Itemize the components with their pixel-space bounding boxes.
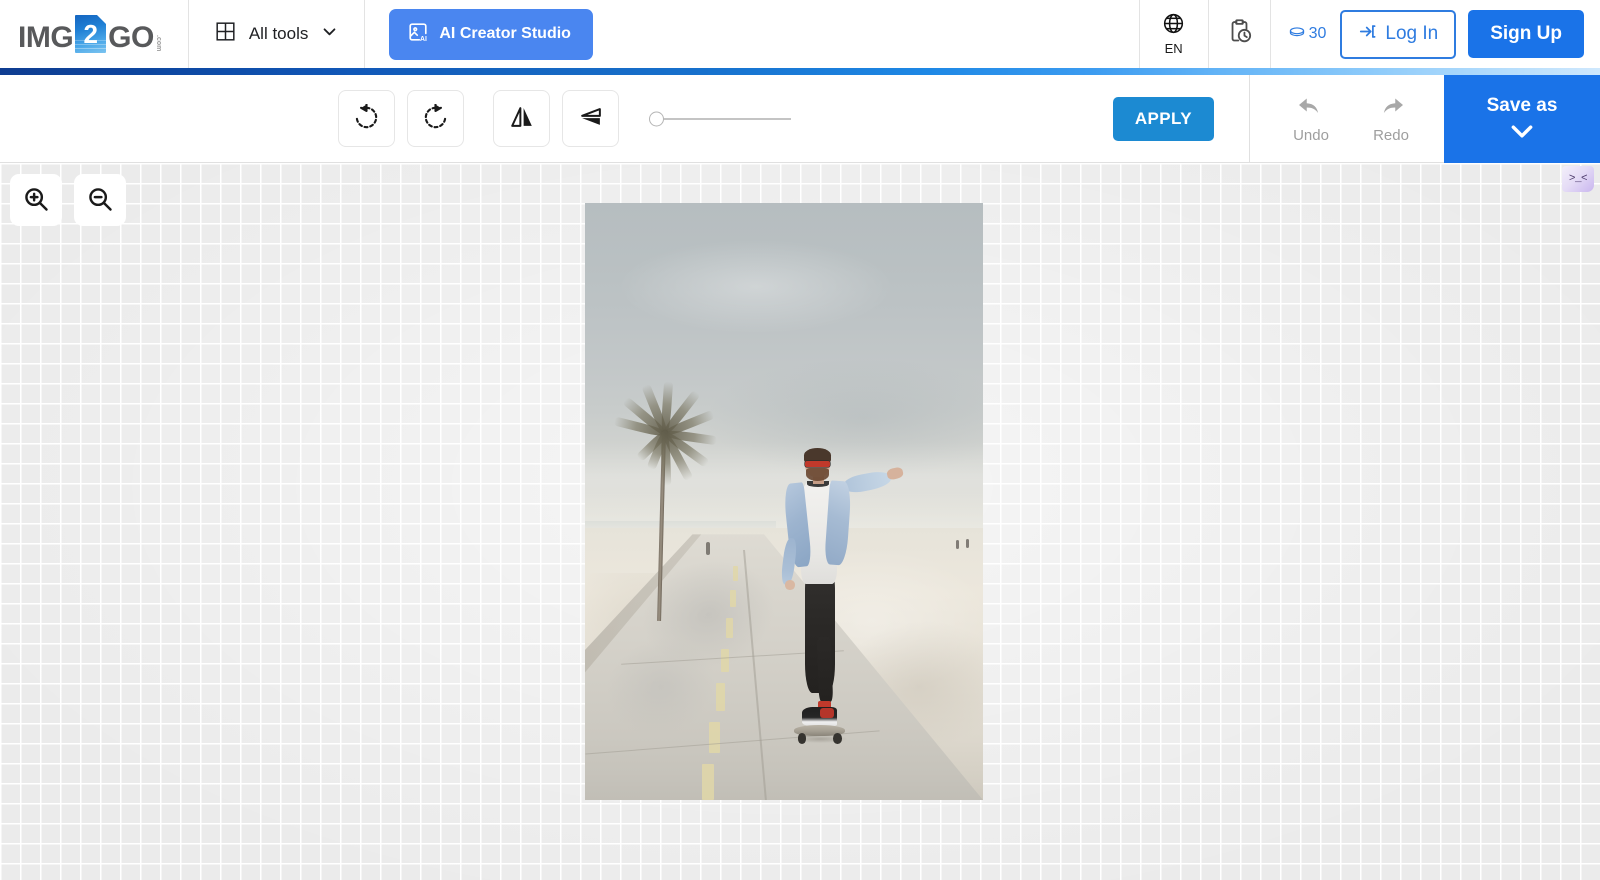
signup-button[interactable]: Sign Up — [1468, 10, 1584, 58]
slider-thumb[interactable] — [649, 111, 664, 126]
image-preview[interactable] — [585, 203, 983, 800]
photo-distant-person-1 — [706, 542, 710, 556]
rotate-left-button[interactable] — [338, 90, 395, 147]
save-as-label: Save as — [1486, 94, 1558, 116]
zoom-out-button[interactable] — [74, 174, 126, 226]
flip-horizontal-button[interactable] — [493, 90, 550, 147]
logo-text-img: IMG — [18, 21, 74, 54]
language-selector[interactable]: EN — [1138, 0, 1209, 68]
undo-button[interactable]: Undo — [1282, 94, 1340, 144]
ai-creator-studio-label: AI Creator Studio — [439, 25, 571, 42]
login-arrow-icon — [1358, 22, 1377, 47]
photo-palm-tree — [613, 334, 718, 621]
all-tools-label: All tools — [248, 24, 309, 43]
flip-vertical-icon — [577, 103, 605, 134]
header-spacer — [617, 0, 1139, 68]
slider-track — [649, 111, 791, 126]
history-button[interactable] — [1209, 0, 1271, 68]
zoom-controls — [10, 174, 126, 226]
ai-studio-container: AI AI Creator Studio — [365, 0, 617, 68]
rotate-clockwise-icon — [422, 103, 449, 134]
undo-label: Undo — [1293, 126, 1329, 144]
undo-redo-group: Undo Redo — [1250, 94, 1444, 144]
history-clipboard-icon — [1226, 18, 1253, 50]
photo-cloud-upper — [616, 238, 896, 335]
login-label: Log In — [1385, 23, 1439, 44]
redo-label: Redo — [1373, 126, 1409, 144]
chevron-down-icon — [321, 23, 338, 45]
edit-toolbar: APPLY Undo Redo Save as — [0, 74, 1600, 163]
logo-document-icon: 2 — [75, 15, 107, 53]
chevron-down-icon — [1509, 123, 1535, 143]
photo-skateboard-wheel-front — [797, 733, 807, 744]
credits-count-label: 30 — [1308, 25, 1327, 42]
login-button[interactable]: Log In — [1340, 9, 1457, 59]
photo-skater-jacket-right — [824, 479, 853, 566]
photo-skater-shoe-accent — [819, 708, 835, 719]
header-account-actions: 30 Log In Sign Up — [1271, 0, 1600, 68]
redo-arrow-icon — [1376, 94, 1406, 125]
svg-text:AI: AI — [420, 36, 427, 43]
grid-icon — [215, 21, 236, 47]
zoom-in-button[interactable] — [10, 174, 62, 226]
top-header: IMG 2 GO .com All tools AI AI Creator St… — [0, 0, 1600, 68]
photo-skater-right-arm — [842, 469, 893, 496]
signup-label: Sign Up — [1490, 23, 1562, 44]
photo-distant-person-2 — [955, 539, 960, 550]
header-gradient-bar — [0, 68, 1600, 75]
flip-tool-group — [493, 90, 619, 147]
ai-image-icon: AI — [407, 21, 429, 48]
zoom-out-icon — [86, 185, 114, 216]
site-logo[interactable]: IMG 2 GO .com — [0, 0, 189, 68]
rotate-tool-group — [338, 90, 464, 147]
rotate-counterclockwise-icon — [353, 103, 380, 134]
logo-text-com: .com — [154, 34, 162, 51]
photo-skater-left-hand — [784, 579, 796, 591]
photo-skater-sunglasses — [805, 460, 831, 468]
logo-text-2: 2 — [83, 18, 98, 49]
rotate-right-button[interactable] — [407, 90, 464, 147]
apply-label: APPLY — [1134, 108, 1192, 128]
all-tools-menu[interactable]: All tools — [189, 0, 366, 68]
photo-skater-beard — [806, 468, 830, 482]
credits-indicator[interactable]: 30 — [1289, 25, 1327, 44]
photo-distant-person-3 — [966, 539, 970, 549]
editor-canvas[interactable]: >_< — [0, 163, 1600, 880]
language-code-label: EN — [1164, 41, 1183, 56]
flip-horizontal-icon — [508, 103, 536, 134]
photo-content — [585, 203, 983, 800]
credits-coin-icon — [1289, 25, 1305, 44]
photo-skateboard-wheel-back — [833, 733, 843, 744]
rotation-angle-slider[interactable] — [649, 104, 791, 134]
logo-text-go: GO — [108, 21, 154, 54]
apply-button[interactable]: APPLY — [1112, 96, 1214, 141]
ai-creator-studio-button[interactable]: AI AI Creator Studio — [389, 8, 593, 60]
globe-icon — [1162, 12, 1185, 40]
kaomoji-badge[interactable]: >_< — [1562, 166, 1594, 192]
save-as-button[interactable]: Save as — [1444, 74, 1600, 163]
photo-skateboarder — [740, 448, 904, 761]
undo-arrow-icon — [1296, 94, 1326, 125]
flip-vertical-button[interactable] — [562, 90, 619, 147]
redo-button[interactable]: Redo — [1362, 94, 1420, 144]
photo-skater-right-leg — [817, 636, 834, 703]
zoom-in-icon — [22, 185, 50, 216]
